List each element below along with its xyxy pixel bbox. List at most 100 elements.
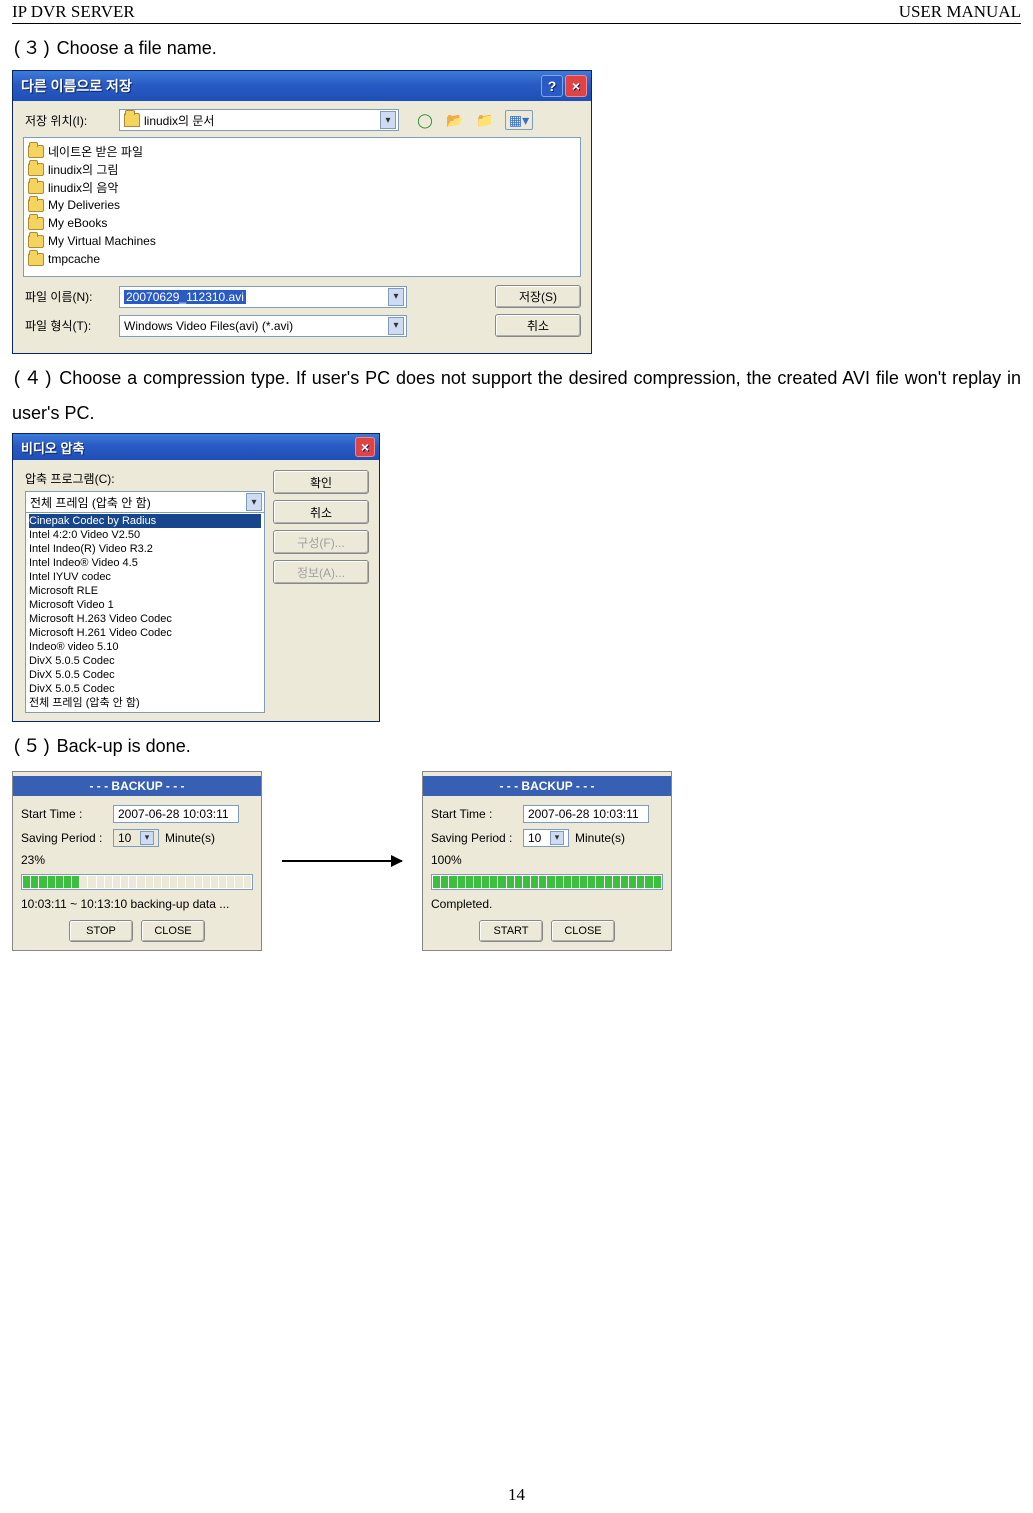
backup-title: - - - BACKUP - - - [423,776,671,796]
progress-segment [186,876,193,888]
cancel-button[interactable]: 취소 [273,500,369,524]
start-time-value[interactable]: 2007-06-28 10:03:11 [113,805,239,823]
compression-option[interactable]: Intel Indeo(R) Video R3.2 [29,542,261,556]
file-list-item-label: My Virtual Machines [48,234,156,248]
progress-segment [596,876,603,888]
close-icon[interactable]: × [565,75,587,97]
compression-option[interactable]: Microsoft H.261 Video Codec [29,626,261,640]
compression-option[interactable]: Microsoft Video 1 [29,598,261,612]
folder-icon [124,113,140,127]
progress-segment [523,876,530,888]
file-list[interactable]: 네이트온 받은 파일linudix의 그림linudix의 음악 My Deliv… [23,137,581,277]
progress-segment [195,876,202,888]
compression-option-highlighted[interactable]: Cinepak Codec by Radius [29,514,261,528]
compression-option[interactable]: Microsoft RLE [29,584,261,598]
step-5-number: (５) [12,738,52,758]
backup-dialog-completed: - - - BACKUP - - - Start Time : 2007-06-… [422,771,672,951]
compression-option[interactable]: 전체 프레임 (압축 안 함) [29,696,261,710]
compression-option-list[interactable]: Cinepak Codec by Radius Intel 4:2:0 Vide… [25,513,265,713]
file-list-item[interactable]: 네이트온 받은 파일 [28,142,302,160]
file-list-item[interactable]: My eBooks [28,214,302,232]
start-time-label: Start Time : [21,807,107,821]
close-button[interactable]: CLOSE [551,920,615,942]
progress-segment [244,876,251,888]
compression-option[interactable]: Intel IYUV codec [29,570,261,584]
progress-bar [21,874,253,890]
progress-segment [474,876,481,888]
up-one-level-icon[interactable]: 📂 [445,110,465,130]
progress-segment [227,876,234,888]
progress-segment [88,876,95,888]
close-button[interactable]: CLOSE [141,920,205,942]
new-folder-icon[interactable]: 📁 [475,110,495,130]
progress-segment [556,876,563,888]
progress-segment [580,876,587,888]
cancel-button[interactable]: 취소 [495,314,581,337]
progress-segment [105,876,112,888]
progress-segment [621,876,628,888]
file-list-item[interactable]: tmpcache [28,250,302,268]
compression-selected: 전체 프레임 (압축 안 함) [30,494,151,511]
progress-segment [449,876,456,888]
help-icon[interactable]: ? [541,75,563,97]
compression-program-label: 압축 프로그램(C): [25,470,265,487]
chevron-down-icon[interactable]: ▾ [550,831,564,845]
start-button[interactable]: START [479,920,543,942]
file-list-item[interactable]: linudix의 음악 [28,178,302,196]
start-time-value[interactable]: 2007-06-28 10:03:11 [523,805,649,823]
compression-option[interactable]: Indeo® video 5.10 [29,640,261,654]
close-icon[interactable]: × [355,437,375,457]
save-location-combo[interactable]: linudix의 문서 ▾ [119,109,399,131]
progress-segment [564,876,571,888]
compression-titlebar[interactable]: 비디오 압축 × [13,434,379,460]
step-5-text: Back-up is done. [57,736,191,756]
progress-segment [146,876,153,888]
ok-button[interactable]: 확인 [273,470,369,494]
back-icon[interactable]: ◯ [415,110,435,130]
file-list-item[interactable]: linudix의 그림 [28,160,302,178]
page-number: 14 [0,1485,1033,1505]
progress-segment [39,876,46,888]
save-as-titlebar[interactable]: 다른 이름으로 저장 ? × [13,71,591,101]
save-button[interactable]: 저장(S) [495,285,581,308]
progress-percent: 100% [431,853,462,867]
chevron-down-icon[interactable]: ▾ [380,111,396,129]
compression-option[interactable]: DivX 5.0.5 Codec [29,668,261,682]
filetype-combo[interactable]: Windows Video Files(avi) (*.avi) ▾ [119,315,407,337]
compression-combo[interactable]: 전체 프레임 (압축 안 함) ▾ [25,491,265,513]
saving-period-unit: Minute(s) [165,831,215,845]
compression-option[interactable]: Intel 4:2:0 Video V2.50 [29,528,261,542]
stop-button[interactable]: STOP [69,920,133,942]
save-as-title: 다른 이름으로 저장 [21,76,132,96]
chevron-down-icon[interactable]: ▾ [388,288,404,306]
compression-option[interactable]: DivX 5.0.5 Codec [29,682,261,696]
file-list-item-label: 네이트온 받은 파일 [48,143,143,160]
compression-option[interactable]: Microsoft H.263 Video Codec [29,612,261,626]
filetype-value: Windows Video Files(avi) (*.avi) [124,319,293,333]
progress-segment [121,876,128,888]
folder-icon [28,145,44,158]
folder-icon [28,163,44,176]
saving-period-label: Saving Period : [431,831,517,845]
progress-segment [490,876,497,888]
progress-segment [203,876,210,888]
chevron-down-icon[interactable]: ▾ [246,493,262,511]
file-list-item[interactable]: My Deliveries [28,196,302,214]
arrow-icon [282,860,402,862]
file-list-item-label: linudix의 그림 [48,161,118,178]
filename-input[interactable]: 20070629_112310.avi ▾ [119,286,407,308]
chevron-down-icon[interactable]: ▾ [388,317,404,335]
file-list-item-label: My Deliveries [48,198,120,212]
progress-segment [588,876,595,888]
views-icon[interactable]: ▦▾ [505,110,533,130]
filename-label: 파일 이름(N): [25,288,109,305]
saving-period-value[interactable]: 10 ▾ [523,829,569,847]
video-compression-dialog: 비디오 압축 × 압축 프로그램(C): 전체 프레임 (압축 안 함) ▾ C… [12,433,380,722]
compression-option[interactable]: DivX 5.0.5 Codec [29,654,261,668]
progress-segment [547,876,554,888]
file-list-item-label: tmpcache [48,252,100,266]
compression-option[interactable]: Intel Indeo® Video 4.5 [29,556,261,570]
progress-segment [211,876,218,888]
file-list-item[interactable]: My Virtual Machines [28,232,302,250]
progress-segment [64,876,71,888]
